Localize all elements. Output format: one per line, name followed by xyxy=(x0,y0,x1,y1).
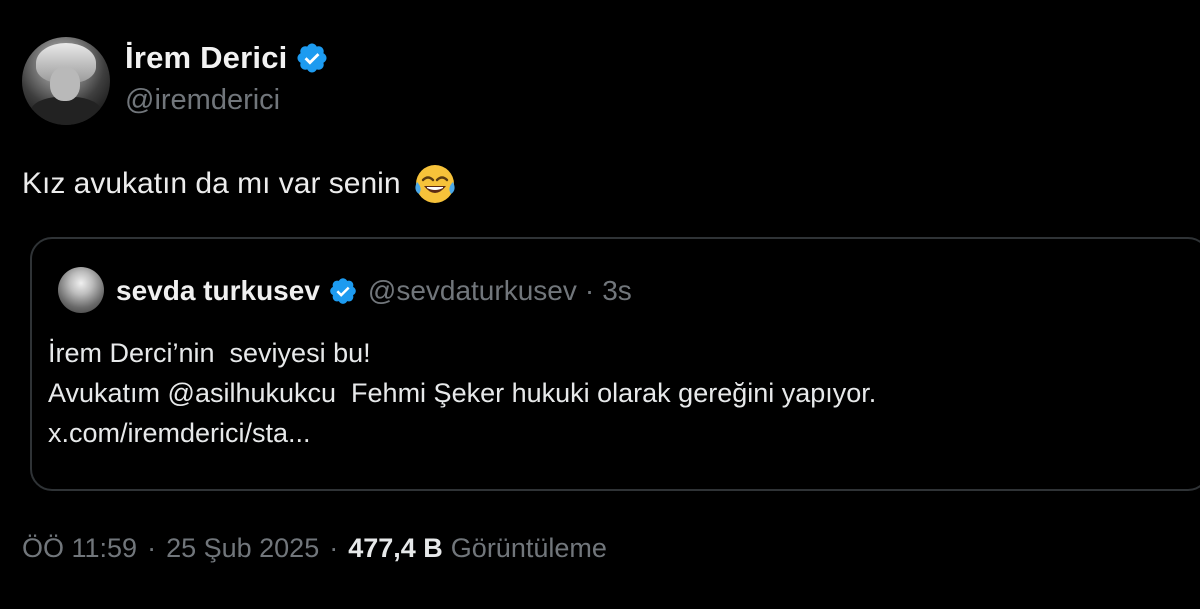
author-handle[interactable]: @iremderici xyxy=(125,84,280,117)
author-name-row: İrem Derici xyxy=(125,38,329,78)
tweet-date[interactable]: 25 Şub 2025 xyxy=(166,533,319,564)
quoted-author-avatar[interactable] xyxy=(58,267,104,313)
verified-badge-icon xyxy=(295,41,329,75)
quoted-tweet-text: İrem Derci’nin seviyesi bu! Avukatım @as… xyxy=(48,333,876,453)
quoted-verified-badge-icon xyxy=(328,276,358,306)
quoted-tweet-card[interactable]: sevda turkusev @sevdaturkusev · 3s İrem … xyxy=(30,237,1200,491)
meta-separator-dot: · xyxy=(329,533,339,563)
quoted-text-line: İrem Derci’nin seviyesi bu! xyxy=(48,338,371,368)
tweet-text: Kız avukatın da mı var senin xyxy=(22,162,457,206)
quoted-separator-dot: · xyxy=(584,275,595,306)
quoted-author-handle[interactable]: @sevdaturkusev xyxy=(368,275,577,307)
author-avatar[interactable] xyxy=(22,37,110,125)
quoted-text-link[interactable]: x.com/iremderici/sta... xyxy=(48,413,876,453)
views-count: 477,4 B xyxy=(348,533,443,563)
face-with-tears-of-joy-icon xyxy=(413,162,457,206)
quoted-tweet-header: sevda turkusev @sevdaturkusev · 3s xyxy=(116,271,632,311)
quoted-author-display-name[interactable]: sevda turkusev xyxy=(116,275,320,307)
tweet-text-content: Kız avukatın da mı var senin xyxy=(22,167,401,200)
avatar-face xyxy=(50,67,80,101)
tweet-time[interactable]: ÖÖ 11:59 xyxy=(22,533,137,564)
quoted-text-line: Avukatım @asilhukukcu Fehmi Şeker hukuki… xyxy=(48,378,877,408)
avatar-body xyxy=(30,97,102,125)
tweet-meta-row: ÖÖ 11:59 · 25 Şub 2025 · 477,4 B Görüntü… xyxy=(22,533,607,564)
views-label: Görüntüleme xyxy=(450,533,607,563)
author-display-name[interactable]: İrem Derici xyxy=(125,40,287,76)
quoted-timestamp[interactable]: 3s xyxy=(602,275,632,307)
meta-separator-dot: · xyxy=(147,533,157,563)
